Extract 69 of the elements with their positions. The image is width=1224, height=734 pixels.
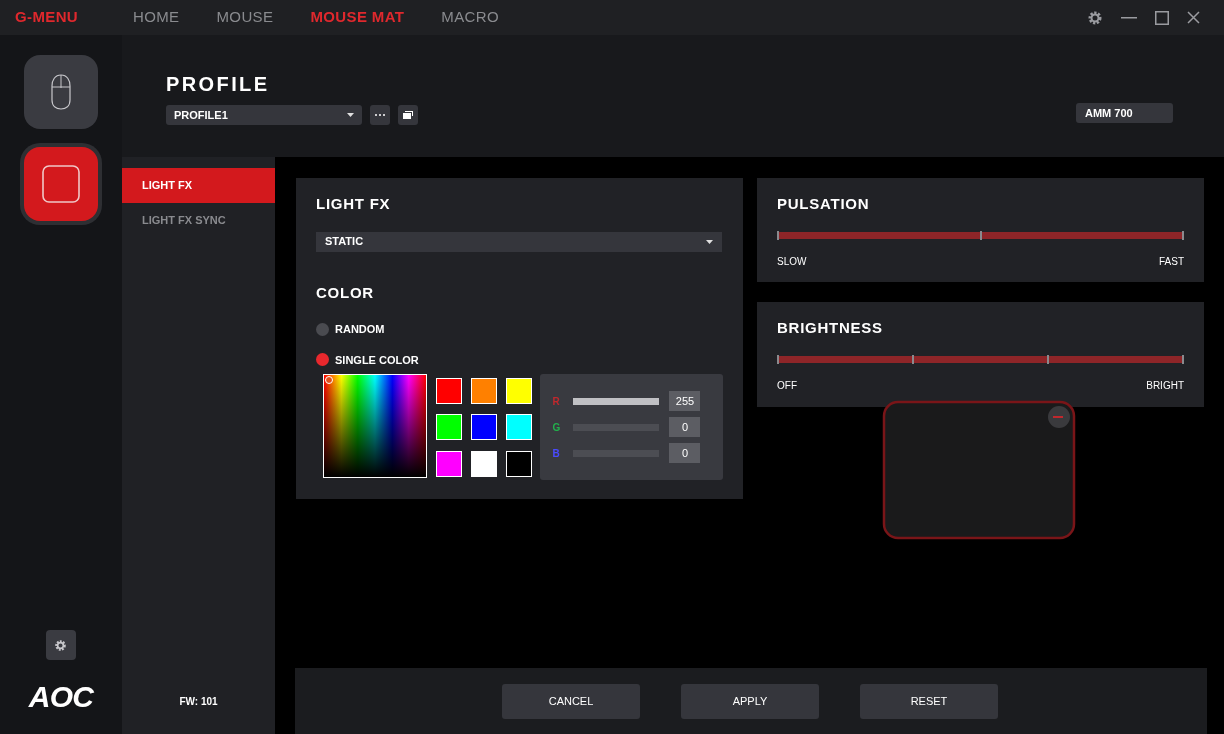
section-tab[interactable]: LIGHT FX SYNC xyxy=(122,203,275,238)
radio-label: SINGLE COLOR xyxy=(335,352,419,368)
slider-track[interactable] xyxy=(777,231,1184,239)
color-swatch[interactable] xyxy=(505,414,532,441)
more-button[interactable] xyxy=(370,105,390,125)
slider-max-label: BRIGHT xyxy=(1146,378,1184,393)
nav-tab[interactable]: MACRO xyxy=(441,6,500,29)
channel-label: B xyxy=(552,446,561,461)
channel-slider[interactable] xyxy=(573,397,660,405)
panel-title: BRIGHTNESS xyxy=(777,318,884,338)
color-swatch[interactable] xyxy=(435,378,462,404)
panel-title: LIGHT FX xyxy=(316,194,392,214)
nav-tab[interactable]: HOME xyxy=(133,6,180,29)
slider-tick xyxy=(979,230,982,240)
color-swatch[interactable] xyxy=(435,450,462,477)
channel-label: R xyxy=(552,394,561,409)
color-swatch[interactable] xyxy=(470,378,497,404)
color-swatch[interactable] xyxy=(505,378,532,404)
nav-tab[interactable]: MOUSE MAT xyxy=(310,6,405,29)
panel-title: COLOR xyxy=(316,282,375,303)
maximize-icon[interactable] xyxy=(1155,10,1169,25)
settings-icon xyxy=(54,638,68,652)
slider-tick xyxy=(1047,354,1049,364)
channel-value[interactable]: 255 xyxy=(669,391,701,411)
firmware-version: FW: 101 xyxy=(178,695,219,709)
action-button[interactable]: CANCEL xyxy=(502,683,640,719)
settings-icon[interactable] xyxy=(1087,9,1103,26)
color-swatch[interactable] xyxy=(435,414,462,441)
panel-title: PULSATION xyxy=(777,194,871,214)
minimize-icon[interactable] xyxy=(1121,16,1137,19)
close-icon[interactable] xyxy=(1187,11,1200,24)
slider-tick xyxy=(777,230,779,240)
brand-logo: AOC xyxy=(28,682,94,712)
color-swatch[interactable] xyxy=(470,414,497,441)
caret-icon xyxy=(347,113,354,117)
profile-title: PROFILE xyxy=(166,72,271,97)
copy-icon xyxy=(403,111,413,119)
slider-tick xyxy=(1182,354,1184,364)
section-tab[interactable]: LIGHT FX xyxy=(122,168,275,203)
slider-tick xyxy=(777,354,779,364)
profile-dropdown[interactable]: PROFILE1 xyxy=(166,105,362,125)
picker-handle[interactable] xyxy=(325,376,333,384)
radio-button[interactable] xyxy=(316,322,329,336)
color-swatch[interactable] xyxy=(505,450,532,477)
slider-max-label: FAST xyxy=(1159,254,1184,269)
radio-button[interactable] xyxy=(316,353,329,367)
slider-track[interactable] xyxy=(777,355,1184,363)
action-button[interactable]: RESET xyxy=(860,683,998,719)
channel-value[interactable]: 0 xyxy=(669,417,701,437)
app-logo: G-MENU xyxy=(15,7,80,28)
slider-min-label: OFF xyxy=(777,378,797,393)
settings-button[interactable] xyxy=(46,630,76,660)
channel-value[interactable]: 0 xyxy=(669,443,701,463)
slider-tick xyxy=(912,354,914,364)
copy-button[interactable] xyxy=(398,105,418,125)
slider-tick xyxy=(1182,230,1184,240)
effect-dropdown[interactable]: STATIC xyxy=(316,231,722,252)
device-name: AMM 700 xyxy=(1076,103,1173,123)
mouse-icon xyxy=(51,74,71,110)
mousemat-icon xyxy=(42,165,80,203)
color-swatch[interactable] xyxy=(470,450,497,477)
channel-label: G xyxy=(552,420,562,435)
action-button[interactable]: APPLY xyxy=(681,683,819,719)
color-spectrum[interactable] xyxy=(323,374,427,478)
device-button[interactable] xyxy=(24,55,98,129)
slider-min-label: SLOW xyxy=(777,254,807,269)
caret-icon xyxy=(706,239,713,244)
nav-tab[interactable]: MOUSE xyxy=(216,6,274,29)
radio-label: RANDOM xyxy=(335,322,385,337)
